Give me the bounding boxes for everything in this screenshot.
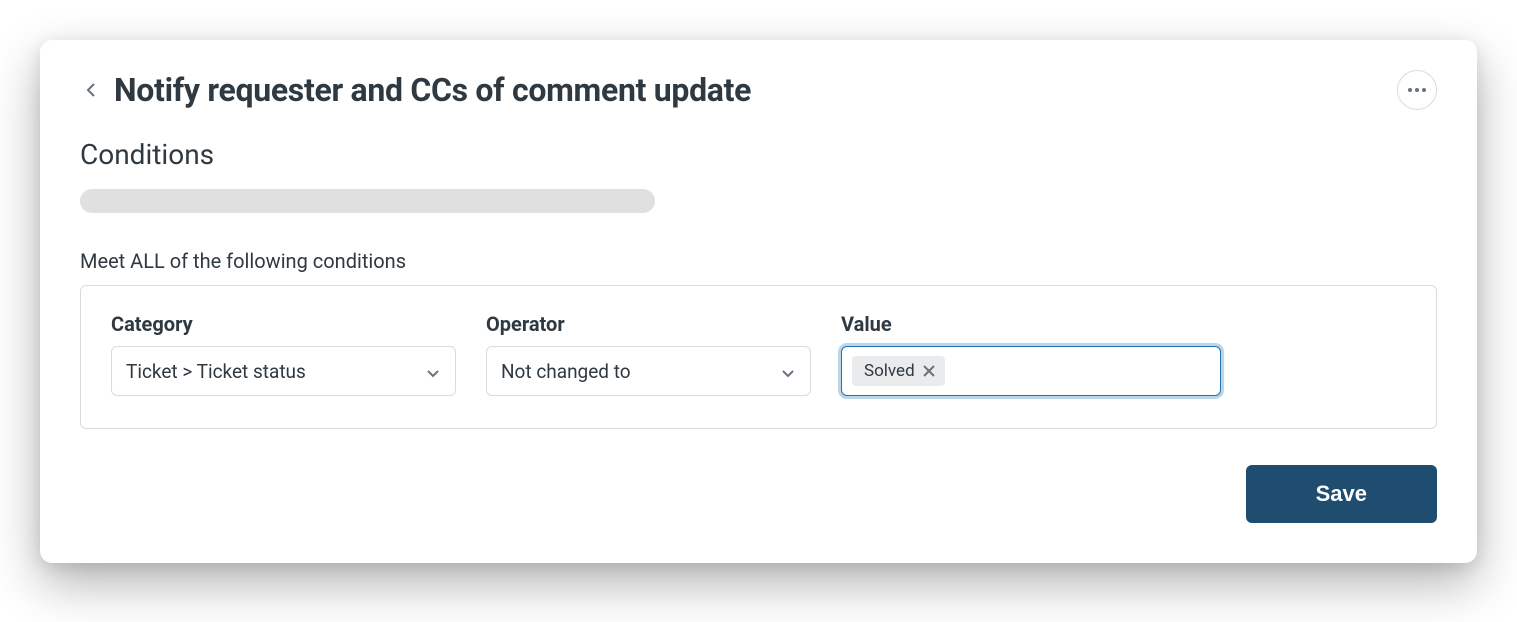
- title-group: Notify requester and CCs of comment upda…: [80, 71, 751, 109]
- chevron-down-icon: [425, 363, 441, 379]
- operator-select-value: Not changed to: [501, 360, 631, 383]
- conditions-box: Category Ticket > Ticket status Operator…: [80, 285, 1437, 429]
- category-label: Category: [111, 312, 456, 336]
- trigger-edit-card: Notify requester and CCs of comment upda…: [40, 40, 1477, 563]
- back-button[interactable]: [80, 78, 104, 102]
- chevron-down-icon: [780, 363, 796, 379]
- conditions-section-title: Conditions: [80, 138, 1437, 171]
- footer-row: Save: [80, 465, 1437, 523]
- more-horizontal-icon: [1408, 88, 1426, 92]
- value-field-group: Value Solved: [841, 312, 1221, 396]
- category-select[interactable]: Ticket > Ticket status: [111, 346, 456, 396]
- operator-field-group: Operator Not changed to: [486, 312, 811, 396]
- more-actions-button[interactable]: [1397, 70, 1437, 110]
- condition-row: Category Ticket > Ticket status Operator…: [111, 312, 1406, 396]
- value-tag: Solved: [852, 356, 945, 386]
- page-title: Notify requester and CCs of comment upda…: [114, 71, 751, 109]
- tag-remove-button[interactable]: [921, 363, 937, 379]
- operator-select[interactable]: Not changed to: [486, 346, 811, 396]
- category-field-group: Category Ticket > Ticket status: [111, 312, 456, 396]
- meet-all-label: Meet ALL of the following conditions: [80, 249, 1437, 273]
- save-button[interactable]: Save: [1246, 465, 1437, 523]
- description-placeholder: [80, 189, 655, 213]
- category-select-value: Ticket > Ticket status: [126, 360, 306, 383]
- close-icon: [923, 365, 935, 377]
- operator-label: Operator: [486, 312, 811, 336]
- value-label: Value: [841, 312, 1221, 336]
- chevron-left-icon: [84, 82, 100, 98]
- value-tag-label: Solved: [864, 361, 915, 381]
- header-row: Notify requester and CCs of comment upda…: [80, 70, 1437, 110]
- value-tag-input[interactable]: Solved: [841, 346, 1221, 396]
